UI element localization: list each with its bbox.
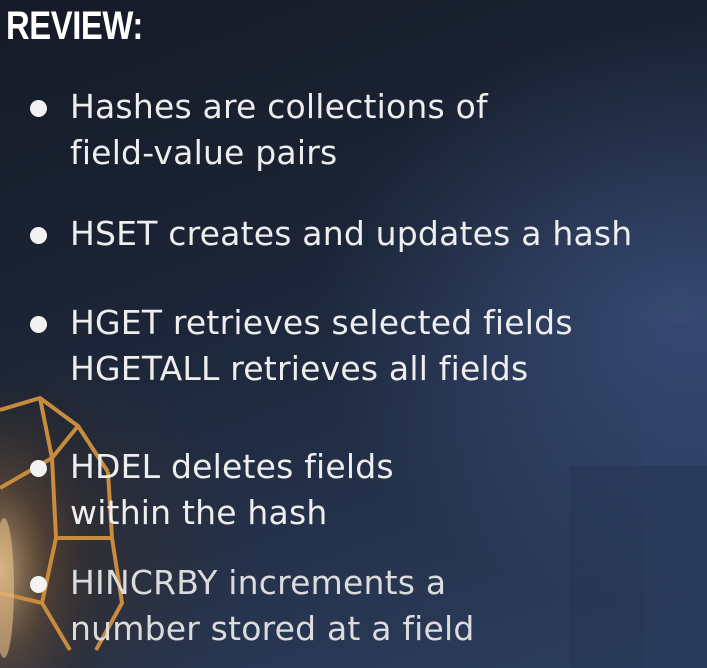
bullet-text: number stored at a field — [70, 609, 475, 648]
bullet-dot-icon — [30, 100, 47, 117]
bullet-text: HSET creates and updates a hash — [70, 214, 633, 253]
bullet-dot-icon — [30, 460, 47, 477]
slide: REVIEW: Hashes are collections of field-… — [0, 0, 707, 668]
bullet-list: Hashes are collections of field-value pa… — [0, 0, 707, 668]
bullet-text: field-value pairs — [70, 133, 338, 172]
bullet-text: HGETALL retrieves all fields — [70, 349, 529, 388]
bullet-dot-icon — [30, 316, 47, 333]
bullet-text: within the hash — [70, 493, 328, 532]
bullet-text: HINCRBY increments a — [70, 563, 447, 602]
bullet-text: HGET retrieves selected fields — [70, 303, 573, 342]
bullet-text: HDEL deletes fields — [70, 447, 394, 486]
bullet-dot-icon — [30, 576, 47, 593]
bullet-dot-icon — [30, 227, 47, 244]
bullet-text: Hashes are collections of — [70, 87, 488, 126]
